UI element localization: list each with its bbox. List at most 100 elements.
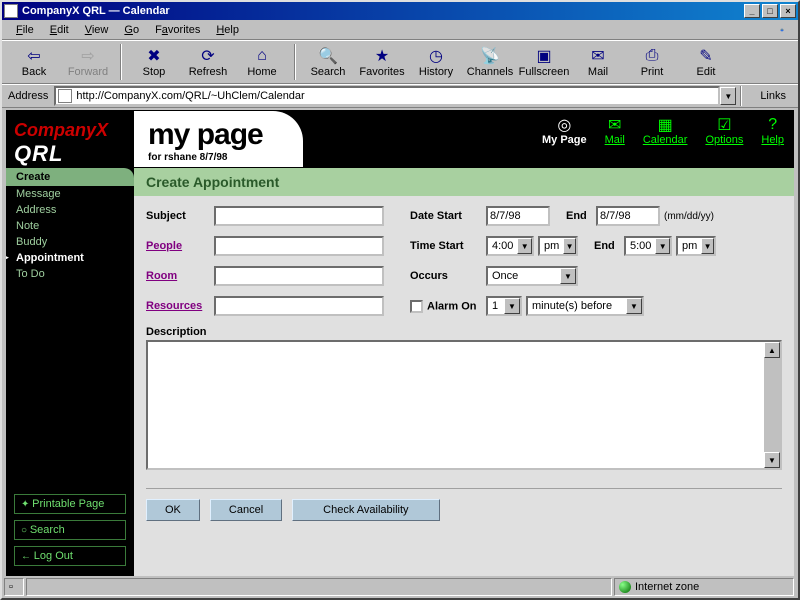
form-body: Subject Date Start End (mm/dd/yy) People… [134,196,794,531]
label-time-start: Time Start [410,240,486,252]
brand-product: QRL [14,141,126,167]
print-button[interactable]: ⎙Print [626,42,678,82]
room-input[interactable] [214,266,384,286]
search-button[interactable]: 🔍Search [302,42,354,82]
nav-options[interactable]: ☑Options [705,116,743,146]
nav-calendar[interactable]: ▦Calendar [643,116,688,146]
nav-help[interactable]: ?Help [761,116,784,146]
links-button[interactable]: Links [754,90,792,102]
active-arrow-icon: ▸ [6,252,9,263]
ok-button[interactable]: OK [146,499,200,521]
fullscreen-button[interactable]: ▣Fullscreen [518,42,570,82]
page-header: my page for rshane 8/7/98 ◎My Page ✉Mail… [134,110,794,168]
status-message-pane [26,578,612,596]
calendar-icon: ▦ [655,116,675,134]
side-utilities: ✦ Printable Page ○ Search ← Log Out [14,488,126,566]
menu-bar: File Edit View Go Favorites Help [2,20,798,40]
logout-button[interactable]: ← Log Out [14,546,126,566]
address-input[interactable] [76,90,716,102]
chevron-down-icon: ▼ [626,298,642,314]
resources-input[interactable] [214,296,384,316]
document-icon: ▫ [9,581,13,593]
toolbar-separator [120,44,122,80]
forward-arrow-icon: ⇨ [78,46,98,66]
chevron-down-icon: ▼ [560,268,576,284]
channels-icon: 📡 [480,46,500,66]
main-area: my page for rshane 8/7/98 ◎My Page ✉Mail… [134,110,794,576]
alarm-unit-select[interactable]: minute(s) before▼ [526,296,644,316]
page-title: my page [148,118,263,152]
date-start-input[interactable] [486,206,550,226]
print-icon: ⎙ [642,46,662,66]
alarm-count-select[interactable]: 1▼ [486,296,522,316]
help-icon: ? [763,116,783,134]
menu-go[interactable]: Go [116,22,147,38]
sidenav-item-appointment[interactable]: ▸Appointment [6,250,134,266]
menu-help[interactable]: Help [208,22,247,38]
chevron-down-icon: ▼ [701,238,714,254]
sidenav-item-buddy[interactable]: Buddy [6,234,134,250]
nav-mail[interactable]: ✉Mail [605,116,625,146]
time-end-ampm-select[interactable]: pm▼ [676,236,716,256]
scrollbar-vertical[interactable]: ▲ ▼ [764,342,780,468]
menu-view[interactable]: View [77,22,117,38]
search-icon: 🔍 [318,46,338,66]
menu-favorites[interactable]: Favorites [147,22,208,38]
menu-file[interactable]: File [8,22,42,38]
label-resources[interactable]: Resources [146,300,214,312]
label-people[interactable]: People [146,240,214,252]
page-icon [58,89,72,103]
refresh-button[interactable]: ⟳Refresh [182,42,234,82]
sidenav-item-todo[interactable]: To Do [6,266,134,282]
time-start-ampm-select[interactable]: pm▼ [538,236,578,256]
alarm-checkbox[interactable] [410,300,423,313]
channels-button[interactable]: 📡Channels [464,42,516,82]
home-button[interactable]: ⌂Home [236,42,288,82]
nav-mypage[interactable]: ◎My Page [542,116,587,146]
globe-icon [619,581,631,593]
fullscreen-icon: ▣ [534,46,554,66]
sidenav-header: Create [6,168,134,186]
status-zone-pane: Internet zone [614,578,794,596]
printable-page-button[interactable]: ✦ Printable Page [14,494,126,514]
date-end-input[interactable] [596,206,660,226]
sidenav-item-address[interactable]: Address [6,202,134,218]
minimize-button[interactable]: _ [744,4,760,18]
status-bar: ▫ Internet zone [4,578,796,596]
favorites-button[interactable]: ★Favorites [356,42,408,82]
edit-icon: ✎ [696,46,716,66]
scroll-down-icon[interactable]: ▼ [764,452,780,468]
chevron-down-icon: ▼ [563,238,576,254]
time-end-select[interactable]: 5:00▼ [624,236,672,256]
close-button[interactable]: × [780,4,796,18]
scroll-up-icon[interactable]: ▲ [764,342,780,358]
toolbar: ⇦Back ⇨Forward ✖Stop ⟳Refresh ⌂Home 🔍Sea… [2,40,798,84]
brand-block: CompanyX QRL [6,110,134,177]
header-nav: ◎My Page ✉Mail ▦Calendar ☑Options ?Help [542,116,784,146]
sidenav-item-message[interactable]: Message [6,186,134,202]
occurs-select[interactable]: Once▼ [486,266,578,286]
history-button[interactable]: ◷History [410,42,462,82]
back-button[interactable]: ⇦Back [8,42,60,82]
mail-button[interactable]: ✉Mail [572,42,624,82]
date-format-note: (mm/dd/yy) [664,211,714,222]
edit-button[interactable]: ✎Edit [680,42,732,82]
address-dropdown-button[interactable]: ▼ [720,87,736,105]
maximize-button[interactable]: □ [762,4,778,18]
address-field[interactable] [54,86,720,106]
sidebar-search-button[interactable]: ○ Search [14,520,126,540]
description-textarea[interactable]: ▲ ▼ [146,340,782,470]
label-date-start: Date Start [410,210,486,222]
cancel-button[interactable]: Cancel [210,499,282,521]
label-room[interactable]: Room [146,270,214,282]
subject-input[interactable] [214,206,384,226]
sidenav-item-note[interactable]: Note [6,218,134,234]
people-input[interactable] [214,236,384,256]
time-start-select[interactable]: 4:00▼ [486,236,534,256]
menu-edit[interactable]: Edit [42,22,77,38]
check-availability-button[interactable]: Check Availability [292,499,439,521]
window-titlebar: CompanyX QRL — Calendar _ □ × [2,2,798,20]
stop-button[interactable]: ✖Stop [128,42,180,82]
forward-button[interactable]: ⇨Forward [62,42,114,82]
chevron-down-icon: ▼ [517,238,532,254]
